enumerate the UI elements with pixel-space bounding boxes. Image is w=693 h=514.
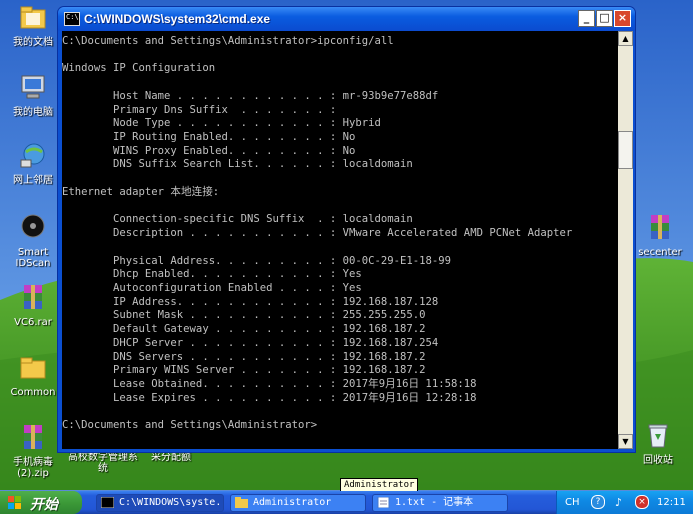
desktop-icon-vc6-rar[interactable]: VC6.rar bbox=[5, 282, 61, 328]
desktop-icon-secenter[interactable]: secenter bbox=[630, 212, 690, 258]
folder-icon bbox=[20, 6, 46, 29]
security-alert-icon[interactable]: × bbox=[635, 495, 649, 509]
notepad-icon bbox=[377, 497, 390, 508]
scroll-down-arrow-icon[interactable]: ▼ bbox=[618, 434, 633, 449]
windows-logo-icon bbox=[8, 496, 21, 509]
clock[interactable]: 12:11 bbox=[657, 496, 686, 509]
cmd-window[interactable]: C:\ C:\WINDOWS\system32\cmd.exe _ □ × C:… bbox=[58, 7, 635, 452]
desktop-icon-label: 手机病毒(2).zip bbox=[13, 457, 53, 479]
start-button[interactable]: 开始 bbox=[0, 491, 82, 514]
desktop-icon-label: Common bbox=[10, 387, 56, 398]
desktop-icon-label: secenter bbox=[638, 247, 682, 258]
desktop-icon-label: 网上邻居 bbox=[13, 175, 53, 186]
recycle-bin-icon bbox=[648, 424, 668, 448]
taskbar-item-notepad[interactable]: 1.txt - 记事本 bbox=[372, 494, 508, 512]
cmd-icon: C:\ bbox=[64, 12, 80, 26]
desktop-icon-phone-virus-zip[interactable]: 手机病毒(2).zip bbox=[5, 422, 61, 479]
help-icon[interactable]: ? bbox=[591, 495, 605, 509]
taskbar-item-label: C:\WINDOWS\syste... bbox=[119, 497, 224, 508]
cmd-icon bbox=[101, 497, 114, 508]
taskbar-item-cmd[interactable]: C:\WINDOWS\syste... bbox=[96, 494, 224, 512]
desktop-icon-my-computer[interactable]: 我的电脑 bbox=[5, 72, 61, 118]
maximize-button[interactable]: □ bbox=[596, 10, 613, 27]
desktop-icon-label: 回收站 bbox=[643, 455, 673, 466]
minimize-button[interactable]: _ bbox=[578, 10, 595, 27]
console-output[interactable]: C:\Documents and Settings\Administrator>… bbox=[62, 31, 618, 449]
desktop-icon-scoring[interactable]: 采分配额 bbox=[143, 452, 199, 463]
input-language-indicator[interactable]: CH bbox=[565, 496, 580, 509]
desktop-icon-label: 我的电脑 bbox=[13, 107, 53, 118]
scroll-up-arrow-icon[interactable]: ▲ bbox=[618, 31, 633, 46]
desktop-icon-common[interactable]: Common bbox=[5, 352, 61, 398]
system-tray: CH ? ♪ × 12:11 bbox=[556, 491, 693, 514]
taskbar: 开始 C:\WINDOWS\syste... Administrator 1.t… bbox=[0, 491, 693, 514]
close-button[interactable]: × bbox=[614, 10, 631, 27]
computer-icon bbox=[21, 75, 45, 99]
desktop-icon-label: 我的文档 bbox=[13, 37, 53, 48]
desktop-icon-smart-idscan[interactable]: Smart IDScan bbox=[5, 212, 61, 269]
desktop-icon-my-documents[interactable]: 我的文档 bbox=[5, 2, 61, 48]
desktop-icon-label: 高校数字管理系统 bbox=[68, 452, 138, 474]
console-text: C:\Documents and Settings\Administrator>… bbox=[62, 35, 573, 432]
network-places-icon bbox=[20, 143, 45, 168]
start-label: 开始 bbox=[30, 497, 58, 513]
scrollbar-thumb[interactable] bbox=[618, 131, 633, 169]
vertical-scrollbar[interactable]: ▲ ▼ bbox=[618, 31, 633, 449]
taskbar-item-administrator[interactable]: Administrator bbox=[230, 494, 366, 512]
winrar-archive-icon bbox=[24, 425, 42, 449]
scanner-disc-icon bbox=[21, 214, 45, 238]
window-titlebar[interactable]: C:\ C:\WINDOWS\system32\cmd.exe _ □ × bbox=[58, 7, 635, 31]
winrar-archive-icon bbox=[24, 285, 42, 309]
desktop-icon-recycle-bin[interactable]: 回收站 bbox=[630, 420, 686, 466]
desktop-icon-label: VC6.rar bbox=[14, 317, 52, 328]
desktop-icon-university-system[interactable]: 高校数字管理系统 bbox=[68, 452, 138, 474]
desktop-icon-label: Smart IDScan bbox=[15, 247, 51, 269]
desktop-icon-label: 采分配额 bbox=[151, 452, 191, 463]
taskbar-item-label: Administrator bbox=[253, 497, 332, 508]
folder-icon bbox=[235, 497, 248, 508]
taskbar-item-label: 1.txt - 记事本 bbox=[395, 497, 474, 508]
folder-icon bbox=[20, 357, 46, 379]
desktop-icon-network[interactable]: 网上邻居 bbox=[5, 140, 61, 186]
winrar-archive-icon bbox=[651, 215, 669, 239]
window-title: C:\WINDOWS\system32\cmd.exe bbox=[84, 12, 271, 26]
volume-icon[interactable]: ♪ bbox=[615, 496, 622, 509]
